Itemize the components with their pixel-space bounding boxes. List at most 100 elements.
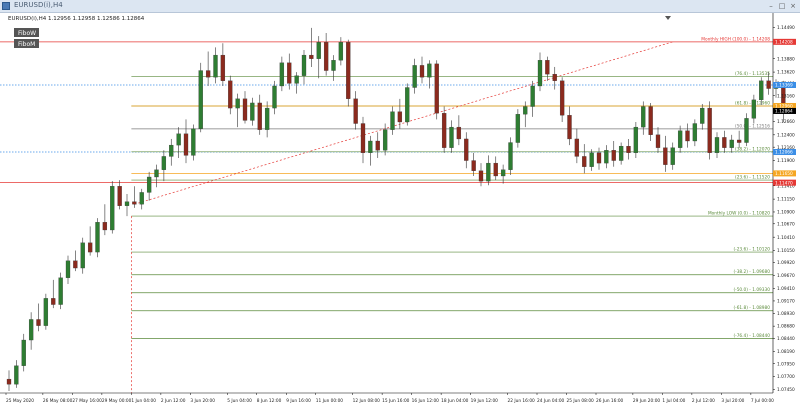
candle-body: [692, 123, 698, 142]
fibonacci-level-label: (76.4) - 1.13535: [735, 71, 770, 77]
candle-body: [102, 222, 108, 231]
indicator-label-fibow[interactable]: FiboW: [14, 28, 39, 37]
price-axis-label: 1.09170: [777, 299, 795, 305]
candle-body: [309, 54, 314, 59]
candle-body: [124, 201, 130, 206]
price-axis-label: 1.11900: [777, 158, 795, 164]
price-axis-label: 1.13880: [777, 56, 795, 62]
time-axis-label: 7 Jul 00:00: [751, 398, 774, 404]
candle-body: [427, 63, 432, 78]
candle-body: [508, 142, 513, 170]
price-axis-label: 1.09410: [777, 286, 795, 292]
candle-body: [220, 54, 226, 81]
candle-body: [552, 73, 557, 81]
candle-body: [58, 277, 63, 305]
candle-body: [14, 365, 19, 385]
price-tag: 1.11470: [773, 179, 796, 186]
fibonacci-level-label: Monthly LOW (0.0) - 1.10820: [708, 211, 770, 217]
price-axis-label: 1.14490: [777, 25, 795, 31]
time-axis-label: 26 Jun 16:00: [596, 398, 624, 404]
candle-body: [51, 298, 56, 305]
candle-body: [486, 162, 491, 182]
fibonacci-level-label: Monthly HIGH (100.0) - 1.14208: [701, 36, 770, 42]
candle-body: [545, 60, 550, 75]
time-axis-label: 1 Jun 04:00: [131, 398, 156, 404]
candle-body: [279, 62, 285, 87]
candle-body: [368, 140, 373, 153]
candle-body: [736, 139, 742, 143]
candle-body: [65, 260, 71, 278]
candle-body: [176, 133, 181, 146]
candle-body: [434, 63, 439, 114]
candle-body: [154, 169, 159, 178]
candle-body: [589, 152, 594, 167]
window-titlebar[interactable]: EURUSD(i),H4 – □ ×: [0, 0, 800, 13]
candle-body: [353, 98, 358, 124]
candle: [198, 62, 203, 133]
price-tag-text: 1.12066: [775, 150, 793, 156]
candle: [434, 60, 439, 120]
candle: [515, 109, 521, 148]
candle-body: [722, 137, 727, 148]
price-axis-label: 1.13620: [777, 70, 795, 76]
price-axis-label: 1.10150: [777, 248, 795, 254]
candle-body: [390, 111, 395, 130]
candle-body: [471, 160, 476, 171]
candle-body: [161, 156, 167, 170]
price-chart[interactable]: Monthly HIGH (100.0) - 1.14208 (76.4) - 1…: [0, 13, 800, 406]
time-axis-label: 16 Jun 12:00: [412, 398, 440, 404]
candle-body: [655, 134, 661, 148]
time-axis-label: 5 Jun 04:00: [227, 398, 252, 404]
chart-window: EURUSD(i),H4 – □ × Monthly HIGH (100.0) …: [0, 0, 800, 406]
price-axis-label: 1.10900: [777, 210, 795, 216]
candle-body: [648, 106, 653, 135]
minimize-button[interactable]: –: [766, 1, 776, 11]
candle-body: [663, 147, 668, 165]
candle-body: [257, 102, 262, 130]
price-axis-label: 1.11150: [777, 197, 795, 203]
price-axis-label: 1.12660: [777, 119, 795, 125]
fibonacci-level-label: (23.6) - 1.11520: [735, 175, 770, 181]
candle-body: [419, 65, 425, 78]
candle-body: [714, 137, 720, 153]
candle-body: [685, 130, 690, 142]
price-tag: 1.12864: [773, 107, 796, 115]
candle-body: [287, 62, 292, 84]
time-axis-label: 26 May 08:00: [43, 398, 73, 404]
price-axis-label: 1.08930: [777, 311, 795, 317]
candle-body: [456, 126, 462, 140]
maximize-button[interactable]: □: [777, 1, 787, 11]
candle-body: [523, 106, 528, 115]
candle-body: [537, 60, 543, 87]
candle: [405, 83, 410, 126]
candle-body: [6, 378, 12, 385]
price-axis-label: 1.08190: [777, 349, 795, 355]
time-axis-label: 3 Jul 20:00: [721, 398, 744, 404]
indicator-label-fibom[interactable]: FiboM: [14, 39, 39, 48]
candle-body: [611, 150, 616, 161]
close-button[interactable]: ×: [788, 1, 798, 11]
time-axis-label: 27 May 16:00: [72, 398, 102, 404]
candle: [110, 181, 115, 234]
time-axis-label: 1 Jul 04:00: [662, 398, 685, 404]
price-axis-label: 1.09670: [777, 273, 795, 279]
candle-body: [641, 106, 646, 128]
candle-body: [146, 176, 152, 193]
candle: [346, 39, 351, 107]
fibonacci-level-label: (-50.0) - 1.09330: [733, 287, 770, 293]
candle-body: [73, 260, 78, 269]
fibonacci-level-label: (-23.6) - 1.10120: [733, 247, 770, 253]
candle-body: [530, 85, 535, 107]
candle-body: [198, 70, 203, 129]
time-axis-label: 3 Jun 20:00: [190, 398, 215, 404]
candle-body: [582, 156, 587, 167]
price-tag: 1.14208: [773, 38, 796, 46]
price-tag-text: 1.12864: [775, 109, 793, 115]
candle-body: [766, 80, 771, 89]
price-tag: 1.12066: [773, 149, 796, 156]
candle-body: [751, 99, 757, 119]
candle-body: [729, 139, 734, 148]
time-axis-label: 25 Jun 08:00: [567, 398, 595, 404]
candle-body: [338, 42, 344, 61]
candle-body: [744, 118, 749, 143]
